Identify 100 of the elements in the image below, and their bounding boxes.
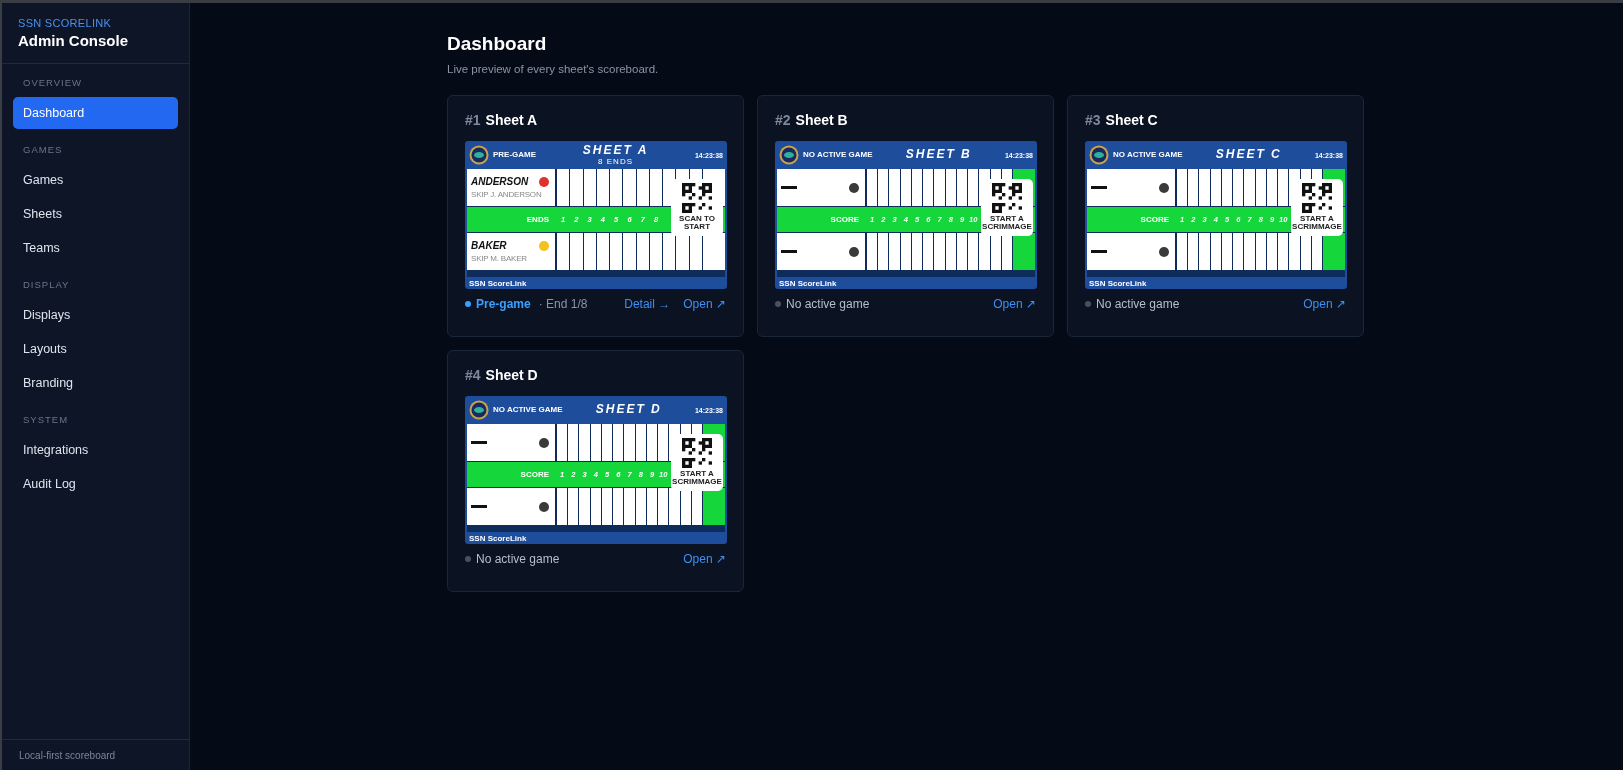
score-cell: [590, 488, 601, 525]
app-title: Admin Console: [18, 32, 129, 49]
score-cell: [1210, 233, 1221, 270]
empty-name-bar: [781, 186, 797, 189]
row-label: SCORE: [1140, 215, 1169, 224]
qr-code-icon: [1302, 183, 1332, 213]
card-link[interactable]: Open ↗: [683, 297, 726, 311]
score-cell: [583, 169, 596, 206]
score-cell: [945, 169, 956, 206]
score-cell: [878, 233, 889, 270]
empty-name-bar: [781, 250, 797, 253]
nav-item[interactable]: Sheets: [13, 198, 178, 230]
page-title: Dashboard: [447, 33, 548, 55]
score-cell: [568, 424, 579, 461]
qr-code-icon: [992, 183, 1022, 213]
card-link[interactable]: Open ↗: [683, 552, 726, 566]
sheet-number: #3: [1085, 112, 1101, 128]
nav-item[interactable]: Dashboard: [13, 97, 178, 129]
score-cell: [601, 488, 613, 525]
score-cell: [923, 233, 934, 270]
board-footer: SSN ScoreLink: [779, 278, 837, 288]
row-label: SCORE: [830, 215, 859, 224]
score-cell: [1278, 233, 1289, 270]
skip-name: SKIP J. ANDERSON: [471, 190, 543, 199]
card-link[interactable]: Open ↗: [993, 297, 1036, 311]
empty-name-bar: [471, 505, 487, 508]
score-cell: [911, 169, 923, 206]
qr-caption: SCAN TO START: [678, 215, 716, 232]
row-label: ENDS: [526, 215, 549, 224]
qr-caption: START A SCRIMMAGE: [672, 470, 722, 487]
score-cell: [1221, 233, 1233, 270]
score-cell: [557, 424, 568, 461]
score-cell: [1244, 169, 1255, 206]
card-link[interactable]: Open ↗: [1303, 297, 1346, 311]
score-cell: [557, 488, 568, 525]
badge-logo-icon: [469, 145, 489, 165]
score-cell: [579, 424, 590, 461]
nav-item[interactable]: Audit Log: [13, 468, 178, 500]
score-cell: [613, 424, 624, 461]
board-title: SHEET C: [1215, 148, 1282, 162]
qr-caption: START A SCRIMMAGE: [1292, 215, 1342, 232]
card-link[interactable]: Detail →: [624, 297, 671, 311]
section-heading: DISPLAY: [22, 278, 71, 292]
score-cell: [610, 233, 623, 270]
score-cell: [624, 488, 635, 525]
score-cell: [1210, 169, 1221, 206]
score-cell: [646, 488, 658, 525]
score-cell: [623, 169, 636, 206]
section-heading: GAMES: [22, 143, 64, 157]
game-status: NO ACTIVE GAME: [1113, 151, 1183, 159]
score-cell: [649, 233, 663, 270]
score-cell: [889, 233, 900, 270]
score-cell: [649, 169, 663, 206]
score-cell: [968, 169, 979, 206]
board-footer: SSN ScoreLink: [469, 278, 527, 288]
score-cell: [635, 424, 646, 461]
score-cell: [1188, 169, 1199, 206]
score-cell: [636, 169, 649, 206]
score-cell: [624, 424, 635, 461]
score-cell: [1188, 233, 1199, 270]
section-heading: OVERVIEW: [22, 76, 84, 90]
nav-item[interactable]: Teams: [13, 232, 178, 264]
score-cell: [635, 488, 646, 525]
score-cell: [956, 169, 968, 206]
score-cell: [557, 169, 570, 206]
sheet-name: Sheet B: [795, 112, 848, 128]
score-cell: [658, 488, 669, 525]
score-cell: [610, 169, 623, 206]
score-cell: [968, 233, 979, 270]
score-cell: [900, 233, 911, 270]
nav-item[interactable]: Displays: [13, 299, 178, 331]
score-cell: [867, 169, 878, 206]
score-cell: [636, 233, 649, 270]
score-cell: [596, 233, 610, 270]
score-cell: [878, 169, 889, 206]
score-cell: [1255, 169, 1266, 206]
score-cell: [1177, 169, 1188, 206]
score-cell: [923, 169, 934, 206]
nav-item[interactable]: Games: [13, 164, 178, 196]
empty-name-bar: [1091, 186, 1107, 189]
score-cell: [1233, 169, 1244, 206]
score-cell: [1244, 233, 1255, 270]
team-name: BAKER: [471, 240, 507, 251]
nav-item[interactable]: Layouts: [13, 333, 178, 365]
ends-count: 8 ENDS: [598, 157, 633, 166]
badge-logo-icon: [469, 400, 489, 420]
empty-name-bar: [471, 441, 487, 444]
sidebar-footer: Local-first scoreboard: [19, 750, 116, 761]
row-label: SCORE: [520, 470, 549, 479]
sheet-name: Sheet A: [485, 112, 538, 128]
nav-item[interactable]: Branding: [13, 367, 178, 399]
game-status: PRE-GAME: [493, 151, 537, 159]
score-cell: [557, 233, 570, 270]
score-cell: [1266, 169, 1278, 206]
score-cell: [601, 424, 613, 461]
score-cell: [1278, 169, 1289, 206]
nav-item[interactable]: Integrations: [13, 434, 178, 466]
score-cell: [568, 488, 579, 525]
score-cell: [1199, 169, 1210, 206]
section-heading: SYSTEM: [22, 413, 70, 427]
